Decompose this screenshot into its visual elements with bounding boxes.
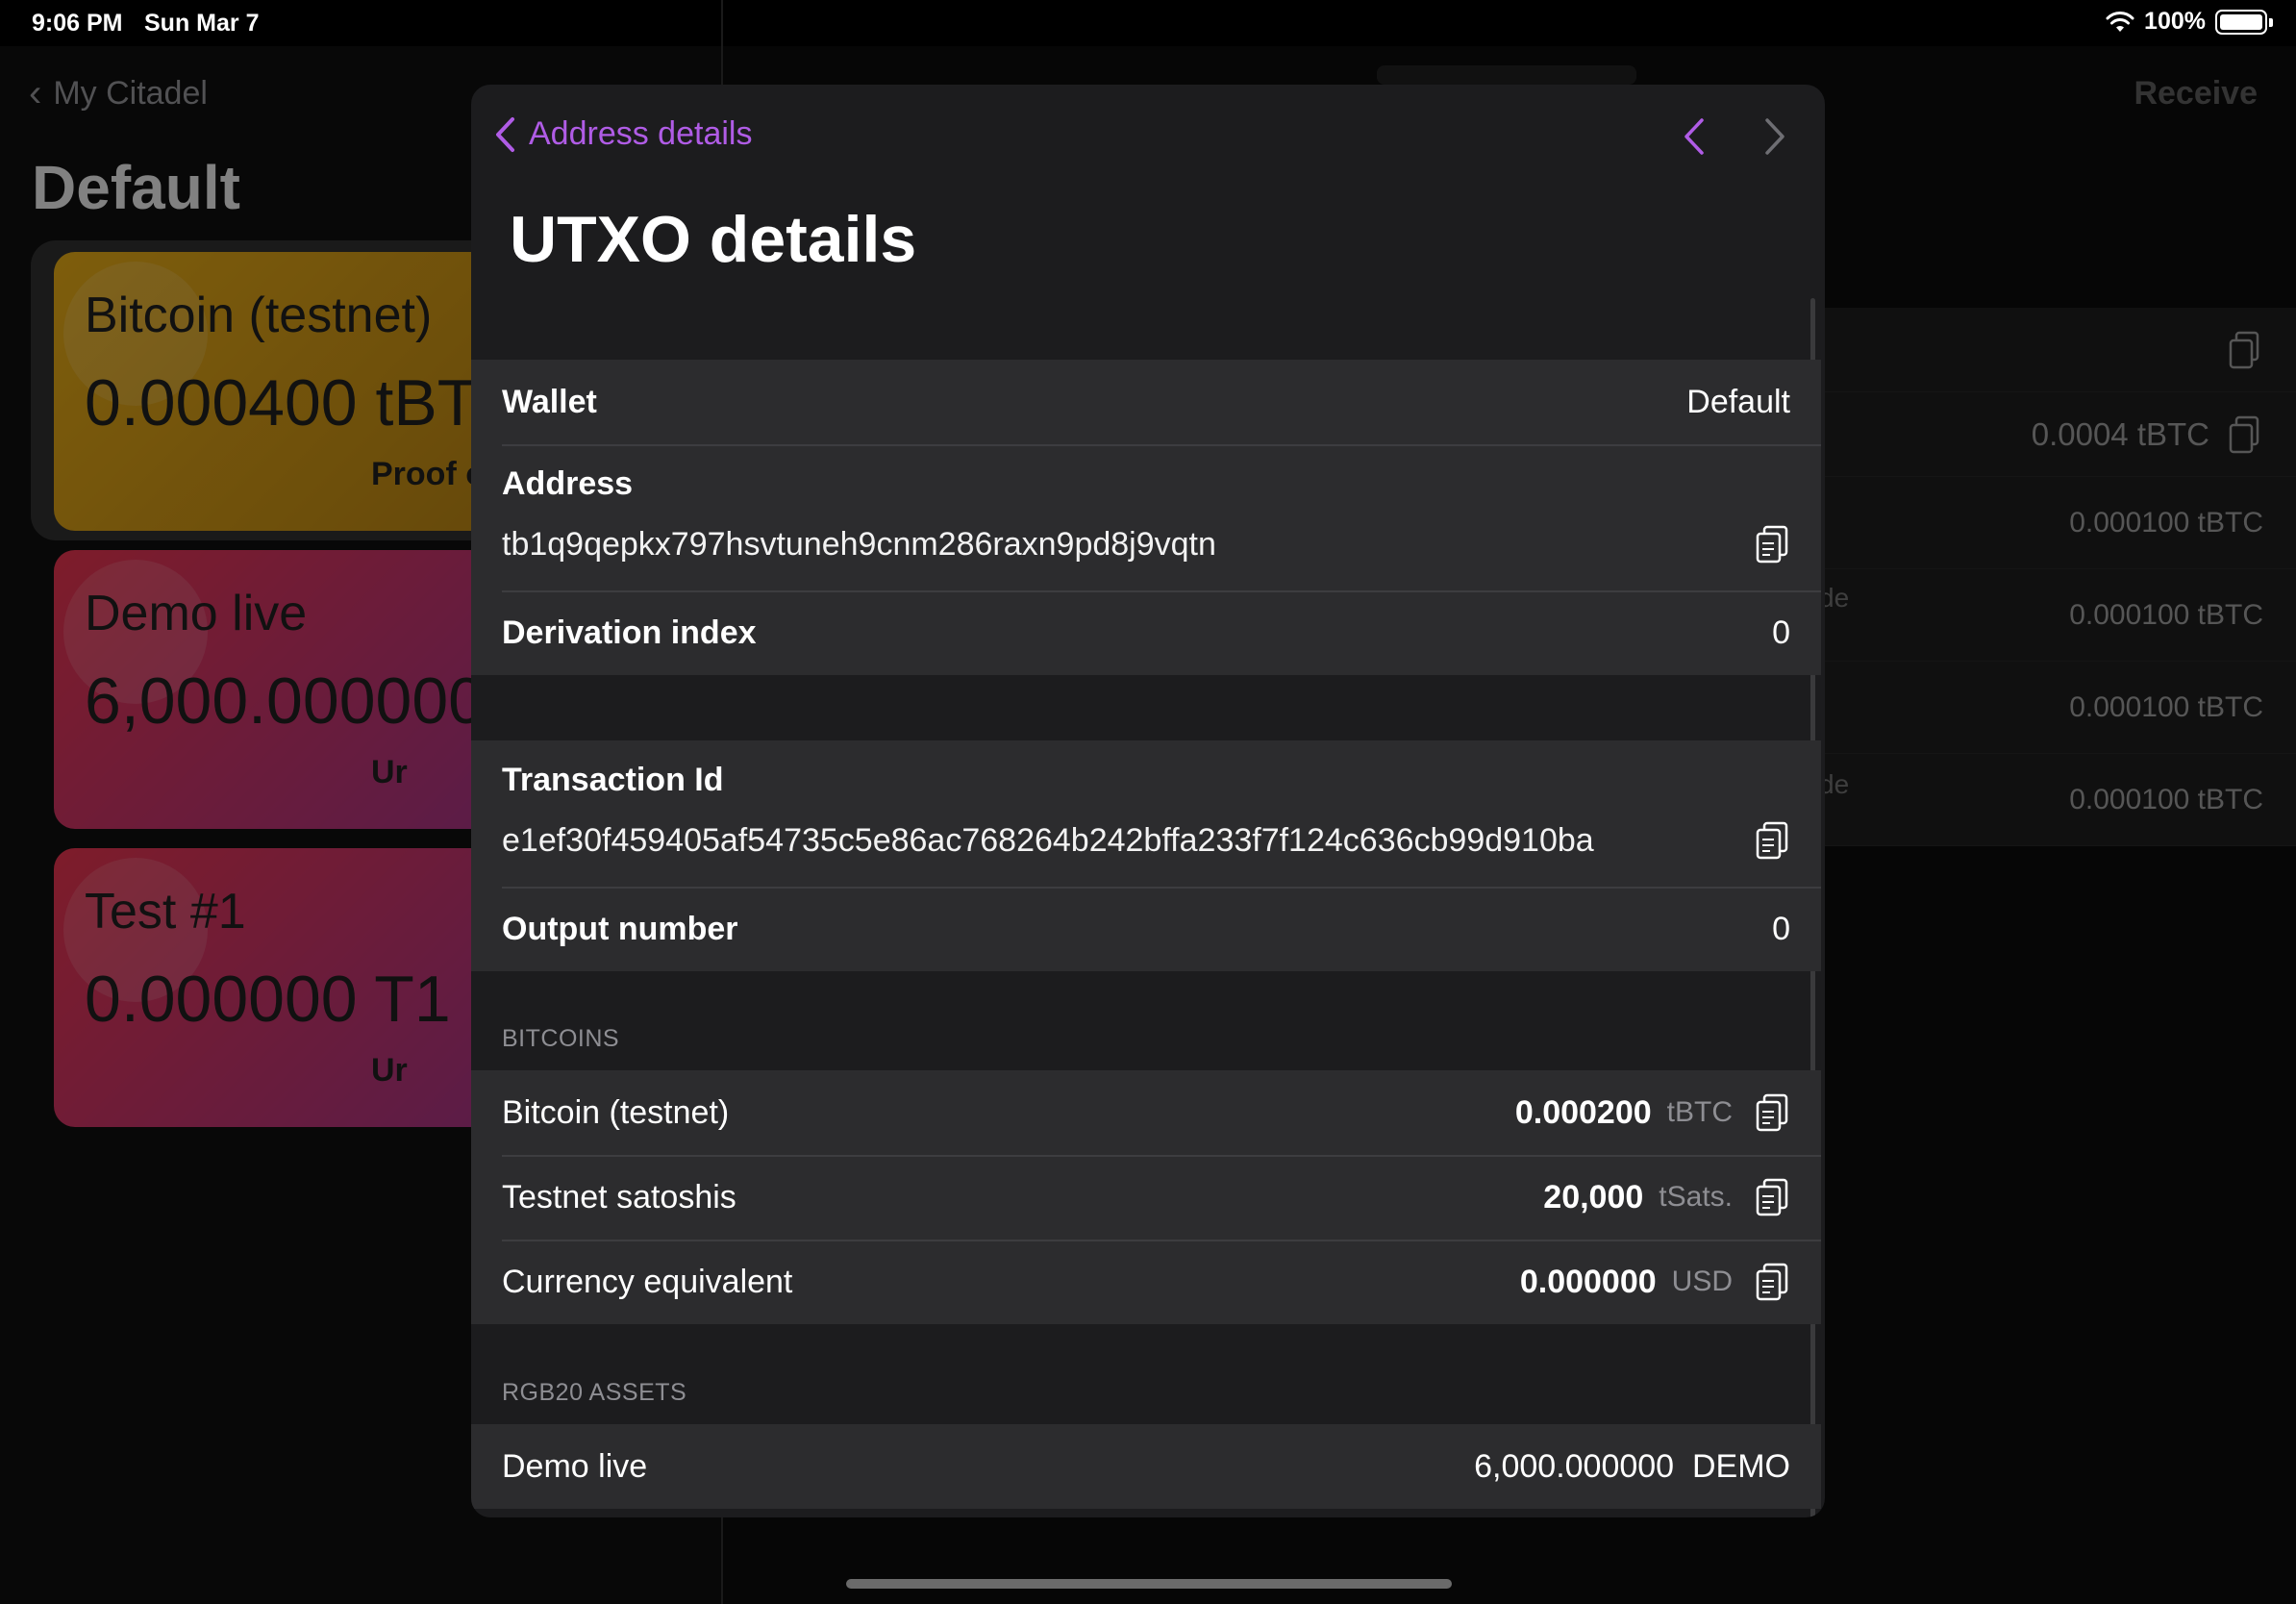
rgb20-group: Demo live 6,000.000000 DEMO xyxy=(471,1424,1821,1509)
pager-arrows xyxy=(1683,117,1786,161)
card-name: Bitcoin (testnet) xyxy=(85,288,433,343)
output-label: Output number xyxy=(502,910,738,947)
copy-icon[interactable] xyxy=(2227,330,2263,370)
list-item[interactable]: 0.000100 tBTC xyxy=(1808,477,2296,569)
battery-icon xyxy=(2215,9,2273,35)
list-item[interactable] xyxy=(1808,308,2296,392)
copy-icon[interactable] xyxy=(1754,524,1790,564)
card-amount: 6,000.000000 xyxy=(85,664,485,738)
bitcoin-testnet-row: Bitcoin (testnet) 0.000200 tBTC xyxy=(471,1070,1821,1155)
currency-equivalent-row: Currency equivalent 0.000000 USD xyxy=(471,1240,1821,1324)
back-to-citadel-button[interactable]: ‹ My Citadel xyxy=(29,72,208,115)
card-subtitle: Ur xyxy=(371,754,408,790)
txid-value: e1ef30f459405af54735c5e86ac768264b242bff… xyxy=(502,821,1594,859)
wallet-group-title: Default xyxy=(32,153,240,222)
chevron-left-icon xyxy=(1685,118,1704,155)
card-subtitle: Proof o xyxy=(371,456,486,492)
home-indicator[interactable] xyxy=(846,1579,1452,1589)
list-item[interactable]: 0.0004 tBTC xyxy=(1808,392,2296,477)
amount-unit: tBTC xyxy=(1666,1096,1733,1128)
back-label: Address details xyxy=(529,115,753,152)
amount-value: 0.000200 xyxy=(1514,1093,1652,1131)
copy-icon[interactable] xyxy=(1754,820,1790,861)
row-value: 0.0004 tBTC xyxy=(2031,415,2209,452)
amount-value: 0.000000 xyxy=(1519,1263,1657,1300)
amount-label: Bitcoin (testnet) xyxy=(502,1093,730,1131)
sheet-navigation-bar: Address details xyxy=(471,85,1825,190)
card-name: Test #1 xyxy=(85,884,246,940)
bitcoins-section-header: BITCOINS xyxy=(502,1025,620,1052)
chevron-left-icon xyxy=(496,116,514,152)
next-button[interactable] xyxy=(1763,117,1786,161)
receive-button[interactable]: Receive xyxy=(2134,75,2258,113)
row-value: 0.000100 tBTC xyxy=(2069,783,2263,815)
address-label: Address xyxy=(502,465,634,502)
card-subtitle: Ur xyxy=(371,1052,408,1089)
row-value: 0.000100 tBTC xyxy=(2069,506,2263,539)
address-row: Address tb1q9qepkx797hsvtuneh9cnm286raxn… xyxy=(471,444,1821,590)
derivation-value: 0 xyxy=(1772,614,1790,651)
amount-label: Currency equivalent xyxy=(502,1263,793,1300)
copy-icon[interactable] xyxy=(1754,1092,1790,1133)
amount-value: 20,000 xyxy=(1543,1178,1644,1216)
copy-icon[interactable] xyxy=(1754,1177,1790,1217)
status-indicators: 100% xyxy=(2106,8,2273,36)
utxo-details-sheet: Address details UTXO details Wallet Defa… xyxy=(471,85,1825,1517)
back-label: My Citadel xyxy=(53,75,208,112)
list-item[interactable]: 0.000100 tBTC xyxy=(1808,754,2296,846)
rgb20-section-header: RGB20 ASSETS xyxy=(502,1379,687,1406)
status-date: Sun Mar 7 xyxy=(144,10,260,37)
copy-icon[interactable] xyxy=(1754,1262,1790,1302)
transaction-id-row: Transaction Id e1ef30f459405af54735c5e86… xyxy=(471,740,1821,887)
chevron-left-icon: ‹ xyxy=(29,72,42,114)
address-value: tb1q9qepkx797hsvtuneh9cnm286raxn9pd8j9vq… xyxy=(502,525,1216,563)
back-to-address-details-button[interactable]: Address details xyxy=(494,115,752,153)
wallet-label: Wallet xyxy=(502,383,597,420)
card-amount: 0.000400 tBT xyxy=(85,366,478,439)
output-number-row: Output number 0 xyxy=(471,887,1821,971)
list-item[interactable]: 0.000100 tBTC xyxy=(1808,662,2296,754)
amount-unit: USD xyxy=(1671,1266,1733,1297)
wallet-row: Wallet Default xyxy=(471,360,1821,444)
copy-icon[interactable] xyxy=(2227,414,2263,455)
asset-label: Demo live xyxy=(502,1447,648,1485)
segmented-control[interactable] xyxy=(1377,65,1636,85)
status-time: 9:06 PM xyxy=(32,10,123,37)
previous-button[interactable] xyxy=(1683,117,1706,161)
amount-unit: tSats. xyxy=(1659,1181,1733,1213)
status-bar: 9:06 PM Sun Mar 7 100% xyxy=(0,0,2296,46)
bitcoins-group: Bitcoin (testnet) 0.000200 tBTC Testnet … xyxy=(471,1070,1821,1324)
testnet-satoshis-row: Testnet satoshis 20,000 tSats. xyxy=(471,1155,1821,1240)
amount-label: Testnet satoshis xyxy=(502,1178,736,1216)
card-amount: 0.000000 T1 xyxy=(85,963,451,1036)
detail-list: 0.0004 tBTC 0.000100 tBTC 0.000100 tBTC … xyxy=(1808,308,2296,846)
page-title: UTXO details xyxy=(510,203,917,276)
battery-percent: 100% xyxy=(2144,8,2206,35)
chevron-right-icon xyxy=(1765,118,1784,155)
card-name: Demo live xyxy=(85,586,308,641)
row-value: 0.000100 tBTC xyxy=(2069,690,2263,723)
list-item[interactable]: 0.000100 tBTC xyxy=(1808,569,2296,662)
wifi-icon xyxy=(2106,11,2134,32)
info-group: Wallet Default Address tb1q9qepkx797hsvt… xyxy=(471,360,1821,675)
wallet-value: Default xyxy=(1686,383,1790,420)
derivation-label: Derivation index xyxy=(502,614,757,651)
output-value: 0 xyxy=(1772,910,1790,947)
txid-label: Transaction Id xyxy=(502,762,724,798)
transaction-group: Transaction Id e1ef30f459405af54735c5e86… xyxy=(471,740,1821,971)
row-value: 0.000100 tBTC xyxy=(2069,598,2263,631)
asset-value: 6,000.000000 DEMO xyxy=(1474,1447,1790,1485)
derivation-index-row: Derivation index 0 xyxy=(471,590,1821,675)
asset-row-demo-live[interactable]: Demo live 6,000.000000 DEMO xyxy=(471,1424,1821,1509)
